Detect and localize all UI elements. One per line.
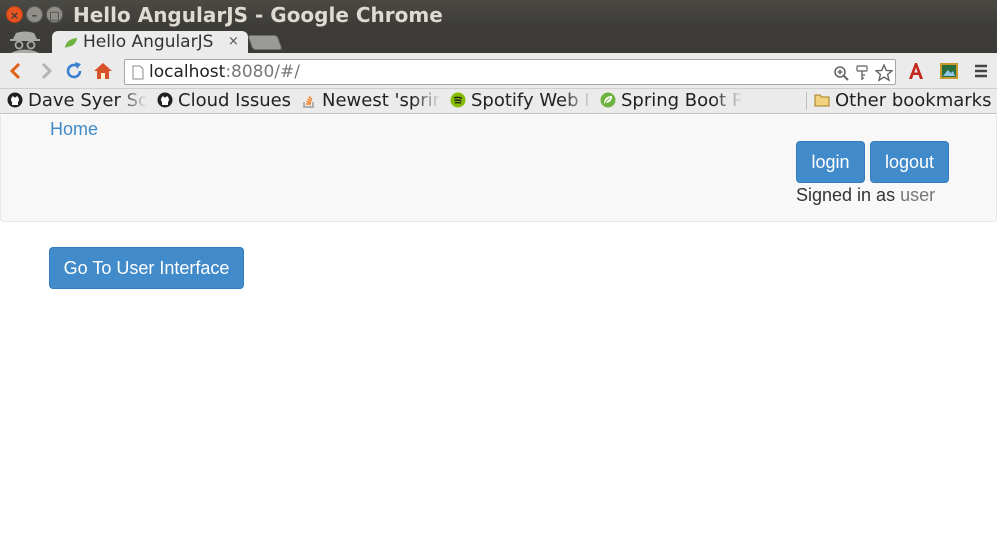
signed-in-prefix: Signed in as [796, 185, 896, 205]
bookmark-label: Spring Boot R [621, 90, 742, 111]
acrobat-icon[interactable] [906, 61, 926, 81]
window-close-button[interactable]: × [6, 6, 23, 23]
other-bookmarks[interactable]: Other bookmarks [814, 90, 994, 112]
tab-hello-angularjs[interactable]: Hello AngularJS × [52, 31, 248, 55]
bookmarks-bar: Dave Syer Sc Cloud Issues Newest 'sprir … [0, 89, 997, 114]
url-path: :8080/#/ [225, 62, 301, 82]
nav-home-link[interactable]: Home [50, 119, 98, 140]
browser-toolbar: localhost:8080/#/ [0, 53, 997, 89]
window-minimize-button[interactable]: – [26, 6, 43, 23]
bookmark-item[interactable]: Spotify Web I [450, 90, 592, 112]
page-content: Home login logout Signed in as user Go T… [0, 115, 997, 555]
image-ext-icon[interactable] [939, 61, 959, 81]
github-icon [157, 92, 173, 108]
key-icon[interactable] [854, 65, 870, 81]
login-button[interactable]: login [796, 141, 865, 183]
new-tab-button[interactable] [247, 35, 283, 50]
bookmark-item[interactable]: Newest 'sprir [301, 90, 441, 112]
home-icon[interactable] [93, 61, 113, 81]
go-to-user-interface-button[interactable]: Go To User Interface [49, 247, 244, 289]
bookmark-item[interactable]: Dave Syer Sc [7, 90, 147, 112]
window-titlebar: × – □ Hello AngularJS - Google Chrome [0, 0, 997, 29]
address-bar[interactable]: localhost:8080/#/ [124, 59, 896, 85]
url-host: localhost [149, 62, 226, 82]
page-icon [132, 65, 144, 80]
bookmark-item[interactable]: Cloud Issues [157, 90, 297, 112]
spring-icon [600, 92, 616, 108]
spotify-icon [450, 92, 466, 108]
other-bookmarks-label: Other bookmarks [835, 90, 992, 111]
logout-button[interactable]: logout [870, 141, 949, 183]
bookmark-label: Cloud Issues [178, 90, 292, 111]
github-icon [7, 92, 23, 108]
url-text[interactable]: localhost:8080/#/ [149, 62, 300, 82]
navbar: Home login logout Signed in as user [0, 115, 997, 222]
reload-icon[interactable] [64, 61, 84, 81]
incognito-icon [10, 31, 40, 53]
zoom-icon[interactable] [833, 65, 849, 81]
folder-icon [814, 94, 830, 107]
spring-leaf-icon [65, 38, 77, 48]
tab-close-icon[interactable]: × [228, 34, 239, 49]
bookmark-item[interactable]: Spring Boot R [600, 90, 742, 112]
bookmarks-separator [806, 92, 807, 110]
bookmark-label: Spotify Web I [471, 90, 590, 111]
tab-title: Hello AngularJS [83, 32, 214, 52]
tab-strip: Hello AngularJS × [0, 29, 997, 55]
stackoverflow-icon [303, 95, 314, 108]
bookmark-label: Dave Syer Sc [28, 90, 147, 111]
signed-in-username: user [900, 185, 936, 205]
window-maximize-button[interactable]: □ [46, 6, 63, 23]
back-icon[interactable] [6, 61, 26, 81]
star-icon[interactable] [875, 64, 893, 82]
menu-icon[interactable] [971, 61, 991, 81]
forward-icon[interactable] [36, 61, 56, 81]
bookmark-label: Newest 'sprir [322, 90, 441, 111]
window-title: Hello AngularJS - Google Chrome [73, 3, 443, 27]
signed-in-status: Signed in as user [796, 185, 935, 206]
